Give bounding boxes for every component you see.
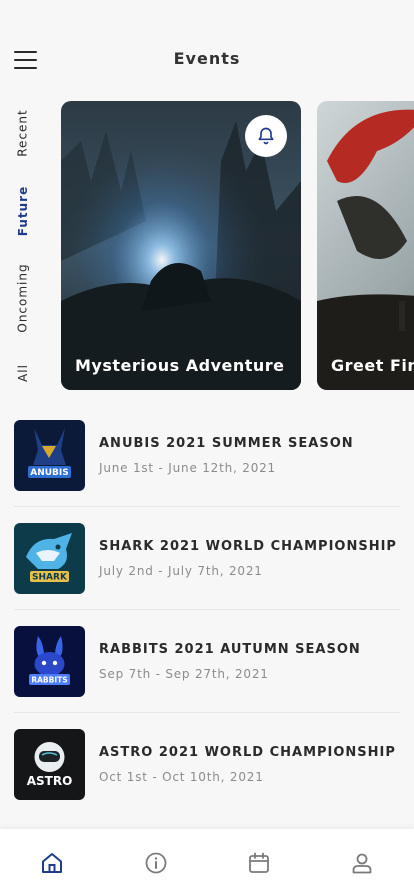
tab-info[interactable] <box>143 850 169 876</box>
list-item[interactable]: ANUBIS ANUBIS 2021 SUMMER SEASON June 1s… <box>14 404 400 507</box>
tab-oncoming-label: Oncoming <box>16 263 30 333</box>
event-logo: RABBITS <box>14 626 85 697</box>
home-icon <box>42 853 62 873</box>
tab-home[interactable] <box>39 850 65 876</box>
tab-all-label: All <box>15 364 30 382</box>
event-list: ANUBIS ANUBIS 2021 SUMMER SEASON June 1s… <box>14 404 400 816</box>
rabbits-logo-text: RABBITS <box>31 676 67 685</box>
notify-button[interactable] <box>245 115 287 157</box>
event-logo: ASTRO <box>14 729 85 800</box>
featured-card-title: Greet Fin <box>331 356 414 375</box>
list-item[interactable]: RABBITS RABBITS 2021 AUTUMN SEASON Sep 7… <box>14 610 400 713</box>
event-title: ANUBIS 2021 SUMMER SEASON <box>99 436 354 451</box>
featured-card[interactable]: Greet Fin <box>317 101 414 390</box>
tab-oncoming[interactable]: Oncoming <box>8 258 38 338</box>
page-title: Events <box>173 49 241 68</box>
side-tab-bar: Recent Future Oncoming All <box>8 100 38 390</box>
tab-recent-label: Recent <box>16 109 31 157</box>
astro-logo-text: ASTRO <box>27 774 73 788</box>
event-date: Oct 1st - Oct 10th, 2021 <box>99 770 264 784</box>
event-title: RABBITS 2021 AUTUMN SEASON <box>99 642 361 657</box>
header: Events <box>0 0 414 100</box>
anubis-logo-icon: ANUBIS <box>14 420 85 491</box>
bottom-tab-bar <box>0 829 414 896</box>
tab-profile[interactable] <box>349 850 375 876</box>
astro-logo-icon: ASTRO <box>14 729 85 800</box>
event-logo: SHARK <box>14 523 85 594</box>
event-date: June 1st - June 12th, 2021 <box>99 461 276 475</box>
tab-future-label: Future <box>16 185 31 237</box>
event-date: Sep 7th - Sep 27th, 2021 <box>99 667 269 681</box>
list-item[interactable]: SHARK SHARK 2021 WORLD CHAMPIONSHIP July… <box>14 507 400 610</box>
calendar-icon <box>249 852 269 873</box>
anubis-logo-text: ANUBIS <box>30 468 69 478</box>
tab-all[interactable]: All <box>8 358 38 388</box>
event-logo: ANUBIS <box>14 420 85 491</box>
tab-calendar[interactable] <box>246 850 272 876</box>
featured-card[interactable]: Mysterious Adventure <box>61 101 301 390</box>
info-icon <box>145 852 167 874</box>
tab-future[interactable]: Future <box>8 180 38 242</box>
list-item[interactable]: ASTRO ASTRO 2021 WORLD CHAMPIONSHIP Oct … <box>14 713 400 816</box>
event-title: SHARK 2021 WORLD CHAMPIONSHIP <box>99 539 397 554</box>
featured-card-title: Mysterious Adventure <box>75 356 285 375</box>
shark-logo-text: SHARK <box>32 573 68 583</box>
shark-logo-icon: SHARK <box>14 523 85 594</box>
featured-carousel[interactable]: Mysterious Adventure Greet Fin <box>61 101 414 390</box>
bell-icon <box>258 127 274 145</box>
user-icon <box>352 853 372 874</box>
event-title: ASTRO 2021 WORLD CHAMPIONSHIP <box>99 745 396 760</box>
card-artwork <box>317 101 414 390</box>
event-date: July 2nd - July 7th, 2021 <box>99 564 263 578</box>
tab-recent[interactable]: Recent <box>8 100 38 166</box>
rabbits-logo-icon: RABBITS <box>14 626 85 697</box>
